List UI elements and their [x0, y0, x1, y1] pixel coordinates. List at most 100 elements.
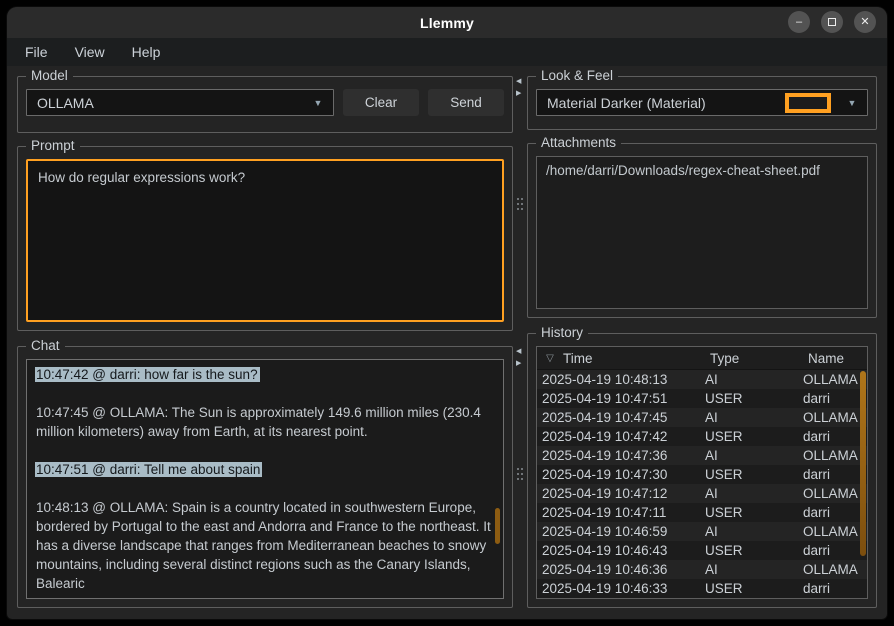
titlebar[interactable]: Llemmy – ✕	[7, 7, 887, 38]
chat-message-text: 10:48:13 @ OLLAMA: Spain is a country lo…	[36, 500, 491, 591]
table-row[interactable]: 2025-04-19 10:47:11 USER darri	[537, 503, 867, 522]
cell-type: USER	[705, 467, 803, 482]
right-panel: Look & Feel Material Darker (Material) ▼…	[527, 66, 877, 609]
arrow-left-icon: ◀	[516, 348, 521, 355]
arrow-right-icon: ▶	[516, 360, 521, 367]
cell-name: OLLAMA	[803, 372, 867, 387]
splitter-collapse-handle[interactable]: ◀ ▶	[516, 78, 521, 97]
cell-time: 2025-04-19 10:47:45	[537, 410, 705, 425]
theme-color-swatch	[785, 93, 831, 113]
table-row[interactable]: 2025-04-19 10:47:45 AI OLLAMA	[537, 408, 867, 427]
cell-time: 2025-04-19 10:46:43	[537, 543, 705, 558]
prompt-group-label: Prompt	[26, 138, 80, 153]
cell-time: 2025-04-19 10:46:33	[537, 581, 705, 596]
chat-message: 10:47:42 @ darri: how far is the sun?	[36, 365, 494, 384]
history-group-label: History	[536, 325, 588, 340]
cell-name: darri	[803, 429, 867, 444]
cell-time: 2025-04-19 10:47:12	[537, 486, 705, 501]
chat-message-text: 10:47:45 @ OLLAMA: The Sun is approximat…	[36, 405, 481, 439]
menu-view[interactable]: View	[75, 44, 105, 60]
prompt-input[interactable]: How do regular expressions work?	[26, 159, 504, 322]
column-header-time[interactable]: Time	[563, 351, 710, 366]
cell-name: OLLAMA	[803, 486, 867, 501]
column-header-name[interactable]: Name	[808, 351, 867, 366]
cell-type: USER	[705, 581, 803, 596]
cell-name: darri	[803, 543, 867, 558]
chevron-down-icon: ▼	[303, 98, 333, 108]
table-row[interactable]: 2025-04-19 10:47:42 USER darri	[537, 427, 867, 446]
arrow-right-icon: ▶	[516, 90, 521, 97]
cell-name: darri	[803, 581, 867, 596]
cell-type: AI	[705, 372, 803, 387]
cell-time: 2025-04-19 10:46:59	[537, 524, 705, 539]
cell-type: USER	[705, 429, 803, 444]
cell-time: 2025-04-19 10:47:51	[537, 391, 705, 406]
chat-group-label: Chat	[26, 338, 65, 353]
chat-log[interactable]: 10:47:42 @ darri: how far is the sun? 10…	[26, 359, 504, 599]
table-row[interactable]: 2025-04-19 10:48:13 AI OLLAMA	[537, 370, 867, 389]
arrow-left-icon: ◀	[516, 78, 521, 85]
cell-name: darri	[803, 467, 867, 482]
history-table-body: 2025-04-19 10:48:13 AI OLLAMA 2025-04-19…	[537, 370, 867, 598]
minimize-button[interactable]: –	[788, 11, 810, 33]
column-header-type[interactable]: Type	[710, 351, 808, 366]
menu-file[interactable]: File	[25, 44, 48, 60]
cell-time: 2025-04-19 10:47:11	[537, 505, 705, 520]
attachment-item[interactable]: /home/darri/Downloads/regex-cheat-sheet.…	[537, 161, 867, 180]
splitter-collapse-handle[interactable]: ◀ ▶	[516, 348, 521, 367]
cell-name: OLLAMA	[803, 562, 867, 577]
table-row[interactable]: 2025-04-19 10:47:12 AI OLLAMA	[537, 484, 867, 503]
table-row[interactable]: 2025-04-19 10:47:30 USER darri	[537, 465, 867, 484]
history-table: ▽ Time Type Name 2025-04-19 10:48:13 AI	[536, 346, 868, 599]
model-group-label: Model	[26, 68, 73, 83]
cell-type: USER	[705, 505, 803, 520]
model-selected-value: OLLAMA	[27, 95, 303, 111]
cell-name: darri	[803, 505, 867, 520]
panel-splitter[interactable]: ◀ ▶ ◀ ▶	[513, 66, 527, 609]
close-button[interactable]: ✕	[854, 11, 876, 33]
cell-time: 2025-04-19 10:47:30	[537, 467, 705, 482]
chat-scrollbar-thumb[interactable]	[495, 508, 500, 544]
table-row[interactable]: 2025-04-19 10:46:59 AI OLLAMA	[537, 522, 867, 541]
desktop-background: Llemmy – ✕ File View Help Model OLLAMA ▼	[0, 0, 894, 626]
chat-message-text: 10:47:42 @ darri: how far is the sun?	[36, 367, 258, 382]
menubar: File View Help	[7, 38, 887, 66]
app-window: Llemmy – ✕ File View Help Model OLLAMA ▼	[7, 7, 887, 619]
attachments-group: Attachments /home/darri/Downloads/regex-…	[527, 143, 877, 318]
close-icon: ✕	[860, 17, 869, 28]
left-panel: Model OLLAMA ▼ Clear Send Prompt How do …	[17, 66, 513, 609]
menu-help[interactable]: Help	[132, 44, 161, 60]
cell-type: AI	[705, 486, 803, 501]
history-scrollbar-thumb[interactable]	[860, 371, 866, 556]
splitter-grip-icon[interactable]	[517, 198, 519, 200]
look-and-feel-combobox[interactable]: Material Darker (Material) ▼	[536, 89, 868, 116]
cell-name: darri	[803, 391, 867, 406]
table-row[interactable]: 2025-04-19 10:47:51 USER darri	[537, 389, 867, 408]
table-row[interactable]: 2025-04-19 10:47:36 AI OLLAMA	[537, 446, 867, 465]
main-content: Model OLLAMA ▼ Clear Send Prompt How do …	[7, 66, 887, 619]
cell-name: OLLAMA	[803, 410, 867, 425]
splitter-grip-icon[interactable]	[517, 468, 519, 470]
table-row[interactable]: 2025-04-19 10:46:43 USER darri	[537, 541, 867, 560]
prompt-group: Prompt How do regular expressions work?	[17, 146, 513, 331]
model-group: Model OLLAMA ▼ Clear Send	[17, 76, 513, 133]
chat-message: 10:48:13 @ OLLAMA: Spain is a country lo…	[36, 498, 494, 593]
window-controls: – ✕	[788, 11, 876, 33]
sort-descending-icon: ▽	[537, 353, 563, 364]
cell-time: 2025-04-19 10:48:13	[537, 372, 705, 387]
clear-button[interactable]: Clear	[343, 89, 419, 116]
chevron-down-icon: ▼	[837, 98, 867, 108]
table-row[interactable]: 2025-04-19 10:46:33 USER darri	[537, 579, 867, 598]
chat-group: Chat 10:47:42 @ darri: how far is the su…	[17, 346, 513, 608]
window-title: Llemmy	[420, 15, 474, 31]
send-button[interactable]: Send	[428, 89, 504, 116]
model-combobox[interactable]: OLLAMA ▼	[26, 89, 334, 116]
attachments-list[interactable]: /home/darri/Downloads/regex-cheat-sheet.…	[536, 156, 868, 309]
cell-type: AI	[705, 410, 803, 425]
table-row[interactable]: 2025-04-19 10:46:36 AI OLLAMA	[537, 560, 867, 579]
history-group: History ▽ Time Type Name 2025-0	[527, 333, 877, 608]
maximize-button[interactable]	[821, 11, 843, 33]
cell-type: AI	[705, 448, 803, 463]
cell-type: AI	[705, 524, 803, 539]
history-table-header[interactable]: ▽ Time Type Name	[537, 347, 867, 370]
